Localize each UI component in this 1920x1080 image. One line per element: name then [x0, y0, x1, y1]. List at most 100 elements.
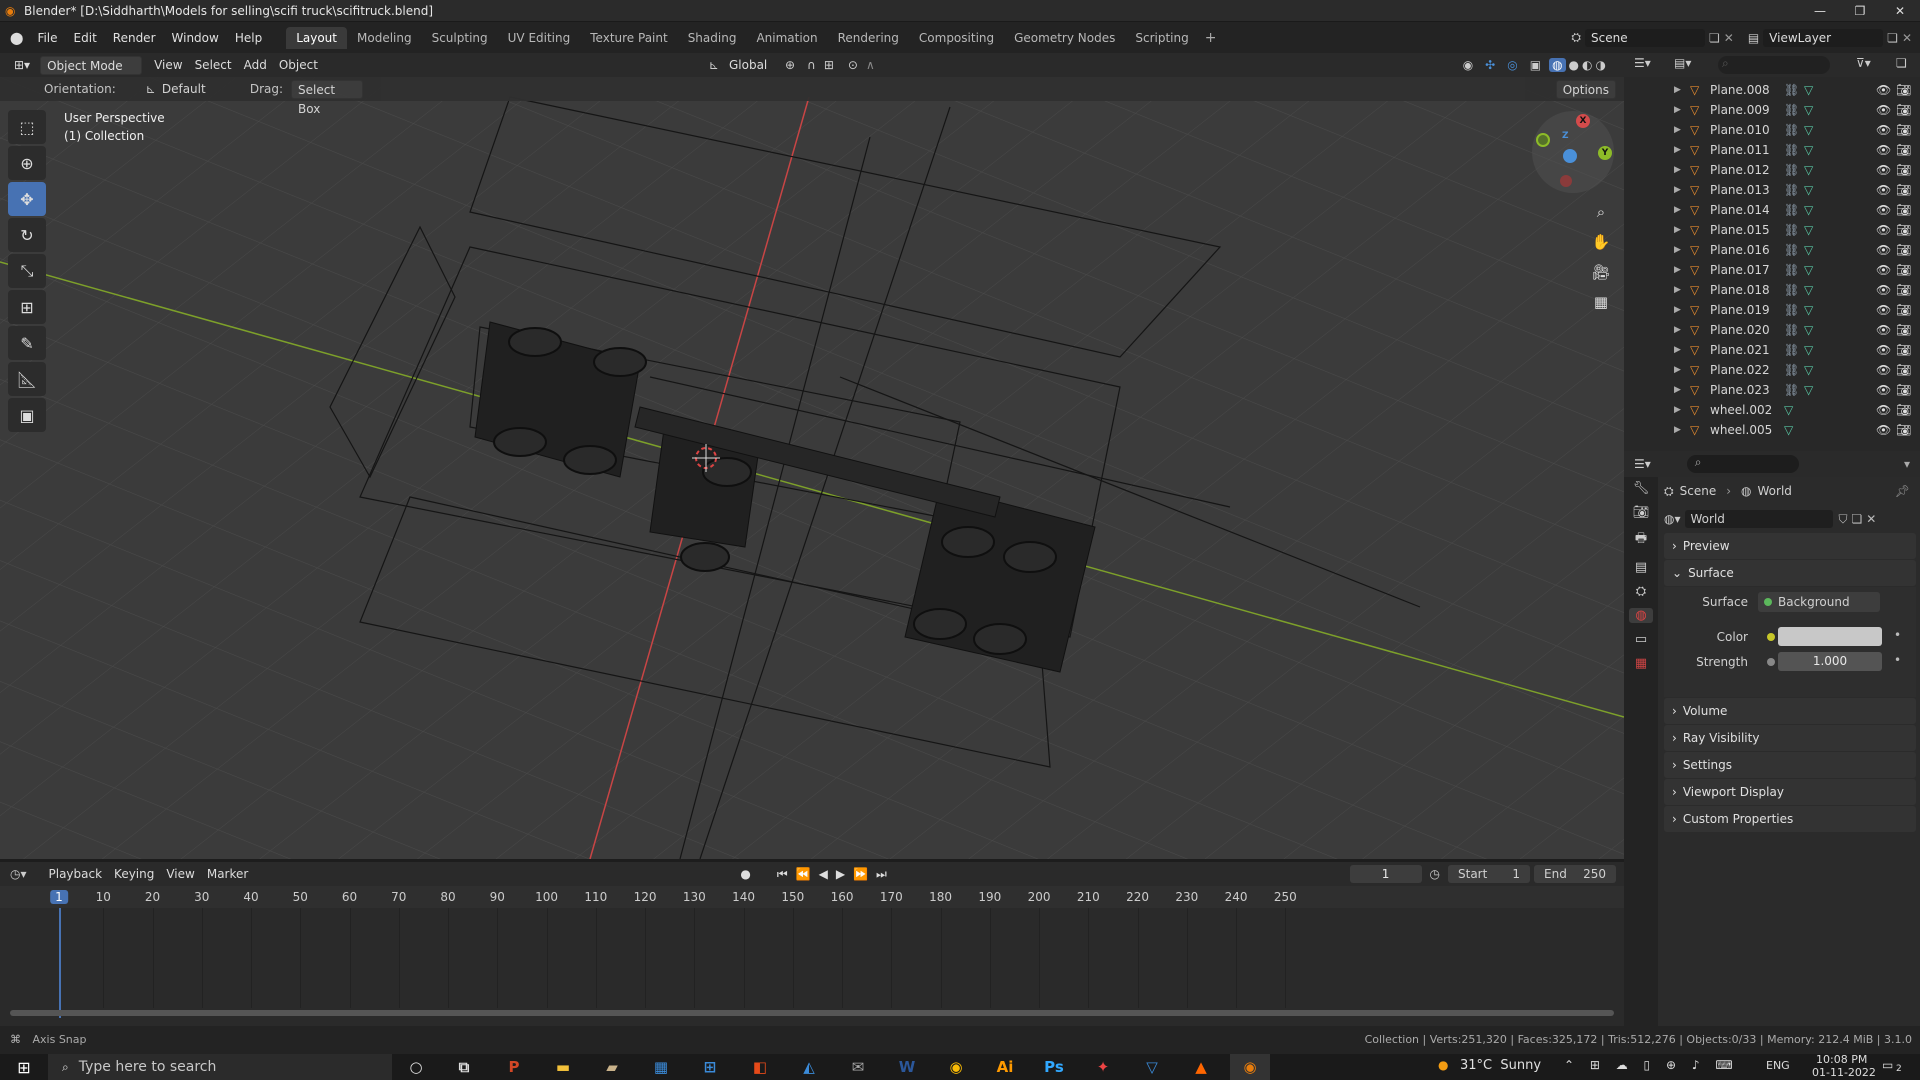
- render-camera-icon[interactable]: 📷︎: [1896, 363, 1911, 377]
- menu-file[interactable]: File: [29, 31, 65, 45]
- blender-menu-icon[interactable]: ⬤: [10, 31, 23, 45]
- preview-range-icon[interactable]: ◷: [1430, 867, 1440, 881]
- expand-arrow-icon[interactable]: ▶: [1674, 265, 1681, 275]
- render-camera-icon[interactable]: 📷︎: [1896, 303, 1911, 317]
- outliner-item[interactable]: ▶ ▽ Plane.016 ⛓ ▽ 👁︎ 📷︎: [1624, 240, 1920, 260]
- jump-keyframe-back-icon[interactable]: ⏪: [796, 867, 811, 881]
- visibility-icon[interactable]: ◉: [1463, 58, 1473, 72]
- visibility-eye-icon[interactable]: 👁︎: [1876, 363, 1891, 377]
- gizmo-neg-y[interactable]: [1536, 133, 1550, 147]
- 3d-viewport[interactable]: User Perspective (1) Collection X Y Z ⌕ …: [0, 77, 1624, 859]
- transform-tool-icon[interactable]: ⊞: [8, 290, 46, 324]
- visibility-eye-icon[interactable]: 👁︎: [1876, 323, 1891, 337]
- language-indicator[interactable]: ENG: [1766, 1059, 1790, 1072]
- snap-toggle-icon[interactable]: ∩: [807, 58, 816, 72]
- add-workspace-icon[interactable]: +: [1205, 30, 1217, 46]
- expand-arrow-icon[interactable]: ▶: [1674, 85, 1681, 95]
- close-icon[interactable]: ✕: [1880, 0, 1920, 22]
- select-box-tool-icon[interactable]: ⬚: [8, 110, 46, 144]
- task-view-icon[interactable]: ⧉: [444, 1054, 484, 1080]
- store-icon[interactable]: ⊞: [690, 1054, 730, 1080]
- app-icon-1[interactable]: ▰: [592, 1054, 632, 1080]
- visibility-eye-icon[interactable]: 👁︎: [1876, 343, 1891, 357]
- visibility-eye-icon[interactable]: 👁︎: [1876, 223, 1891, 237]
- expand-arrow-icon[interactable]: ▶: [1674, 425, 1681, 435]
- tab-layout[interactable]: Layout: [286, 26, 347, 49]
- tab-animation[interactable]: Animation: [746, 27, 827, 49]
- file-explorer-icon[interactable]: ▬: [543, 1054, 583, 1080]
- minimize-icon[interactable]: —: [1800, 0, 1840, 22]
- expand-arrow-icon[interactable]: ▶: [1674, 305, 1681, 315]
- new-view-layer-icon[interactable]: ❏: [1887, 31, 1898, 45]
- tab-modeling[interactable]: Modeling: [347, 27, 422, 49]
- outliner-item[interactable]: ▶ ▽ Plane.019 ⛓ ▽ 👁︎ 📷︎: [1624, 300, 1920, 320]
- render-camera-icon[interactable]: 📷︎: [1896, 223, 1911, 237]
- strength-keyframe-icon[interactable]: •: [1894, 653, 1901, 667]
- gizmo-neg-x[interactable]: [1560, 175, 1572, 187]
- tab-compositing[interactable]: Compositing: [909, 27, 1004, 49]
- visibility-eye-icon[interactable]: 👁︎: [1876, 203, 1891, 217]
- falloff-icon[interactable]: ∧: [866, 58, 875, 72]
- menu-render[interactable]: Render: [105, 31, 164, 45]
- navigation-gizmo[interactable]: X Y Z: [1532, 111, 1614, 193]
- outliner-item[interactable]: ▶ ▽ Plane.013 ⛓ ▽ 👁︎ 📷︎: [1624, 180, 1920, 200]
- tab-geometry-nodes[interactable]: Geometry Nodes: [1004, 27, 1125, 49]
- color-swatch[interactable]: [1778, 627, 1882, 646]
- editor-type-icon[interactable]: ⊞▾: [8, 56, 36, 75]
- outliner-item[interactable]: ▶ ▽ Plane.022 ⛓ ▽ 👁︎ 📷︎: [1624, 360, 1920, 380]
- play-icon[interactable]: ▶: [836, 867, 845, 881]
- collection-tab-icon[interactable]: ▭: [1635, 632, 1647, 647]
- tool-tab-icon[interactable]: 🔧︎: [1633, 481, 1650, 496]
- annotate-tool-icon[interactable]: ✎: [8, 326, 46, 360]
- expand-arrow-icon[interactable]: ▶: [1674, 405, 1681, 415]
- render-camera-icon[interactable]: 📷︎: [1896, 103, 1911, 117]
- visibility-eye-icon[interactable]: 👁︎: [1876, 183, 1891, 197]
- expand-arrow-icon[interactable]: ▶: [1674, 185, 1681, 195]
- world-type-icon[interactable]: ◍▾: [1664, 512, 1681, 526]
- options-button[interactable]: Options: [1555, 79, 1616, 99]
- filter-icon[interactable]: ⊽▾: [1856, 56, 1871, 70]
- render-camera-icon[interactable]: 📷︎: [1896, 323, 1911, 337]
- photoshop-icon[interactable]: Ps: [1034, 1054, 1074, 1080]
- render-camera-icon[interactable]: 📷︎: [1896, 203, 1911, 217]
- pivot-point-icon[interactable]: ⊕: [785, 58, 795, 72]
- gizmo-x-axis[interactable]: X: [1576, 114, 1590, 128]
- render-camera-icon[interactable]: 📷︎: [1896, 283, 1911, 297]
- duplicate-world-icon[interactable]: ❏: [1852, 512, 1863, 526]
- menu-keying[interactable]: Keying: [108, 865, 160, 884]
- render-camera-icon[interactable]: 📷︎: [1896, 163, 1911, 177]
- render-camera-icon[interactable]: 📷︎: [1896, 263, 1911, 277]
- render-camera-icon[interactable]: 📷︎: [1896, 83, 1911, 97]
- wireframe-shading-icon[interactable]: ◍: [1549, 58, 1566, 72]
- jump-start-icon[interactable]: ⏮: [777, 867, 788, 882]
- remove-view-layer-icon[interactable]: ✕: [1902, 31, 1912, 45]
- outliner-item[interactable]: ▶ ▽ Plane.023 ⛓ ▽ 👁︎ 📷︎: [1624, 380, 1920, 400]
- expand-arrow-icon[interactable]: ▶: [1674, 145, 1681, 155]
- menu-view[interactable]: View: [148, 56, 188, 75]
- timeline-scrollbar[interactable]: [10, 1010, 1614, 1016]
- playhead[interactable]: [59, 908, 61, 1018]
- render-camera-icon[interactable]: 📷︎: [1896, 423, 1911, 437]
- visibility-eye-icon[interactable]: 👁︎: [1876, 123, 1891, 137]
- visibility-eye-icon[interactable]: 👁︎: [1876, 263, 1891, 277]
- unlink-world-icon[interactable]: ✕: [1866, 512, 1876, 526]
- scale-tool-icon[interactable]: ⤡: [8, 254, 46, 288]
- visibility-eye-icon[interactable]: 👁︎: [1876, 303, 1891, 317]
- color-keyframe-icon[interactable]: •: [1894, 628, 1901, 642]
- visibility-eye-icon[interactable]: 👁︎: [1876, 103, 1891, 117]
- timeline-area[interactable]: 1 10 20 30 40 50 60 70 80 90 100 110 120 130 140 150 160…: [0, 886, 1624, 1026]
- cortana-icon[interactable]: ○: [396, 1054, 436, 1080]
- outliner-item[interactable]: ▶ ▽ Plane.015 ⛓ ▽ 👁︎ 📷︎: [1624, 220, 1920, 240]
- expand-arrow-icon[interactable]: ▶: [1674, 285, 1681, 295]
- expand-arrow-icon[interactable]: ▶: [1674, 385, 1681, 395]
- render-camera-icon[interactable]: 📷︎: [1896, 403, 1911, 417]
- outliner-item[interactable]: ▶ ▽ Plane.011 ⛓ ▽ 👁︎ 📷︎: [1624, 140, 1920, 160]
- ortho-toggle-icon[interactable]: ▦: [1586, 287, 1616, 317]
- properties-editor-icon[interactable]: ☰▾: [1634, 457, 1651, 471]
- jump-keyframe-forward-icon[interactable]: ⏩: [853, 867, 868, 881]
- texture-tab-icon[interactable]: ▦: [1635, 656, 1647, 671]
- fake-user-icon[interactable]: ⛉: [1839, 512, 1848, 527]
- outliner-item[interactable]: ▶ ▽ wheel.002 ▽ 👁︎ 📷︎: [1624, 400, 1920, 420]
- maximize-icon[interactable]: ❐: [1840, 0, 1880, 22]
- surface-shader-field[interactable]: Background: [1758, 592, 1880, 612]
